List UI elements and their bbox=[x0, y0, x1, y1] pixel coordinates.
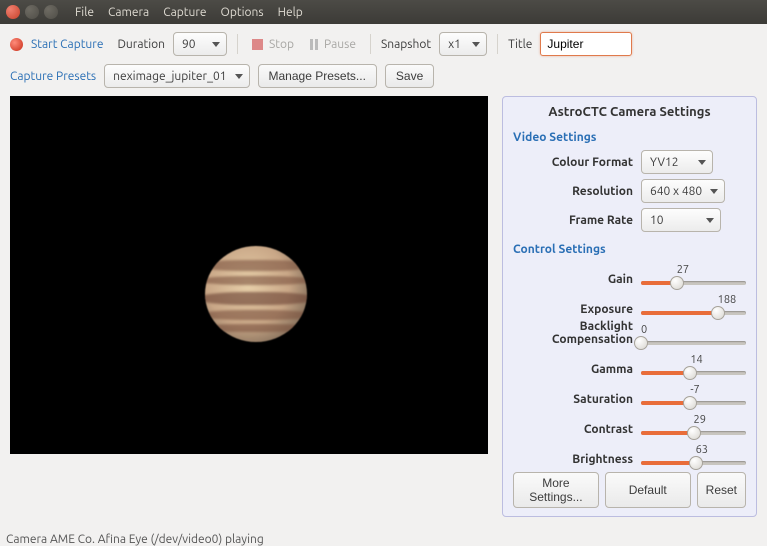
status-bar: Camera AME Co. Afina Eye (/dev/video0) p… bbox=[0, 523, 767, 546]
backlight-slider[interactable] bbox=[641, 336, 746, 350]
slider-thumb[interactable] bbox=[683, 366, 697, 380]
gamma-slider[interactable] bbox=[641, 366, 746, 380]
saturation-label: Saturation bbox=[513, 393, 641, 410]
saturation-slider[interactable] bbox=[641, 396, 746, 410]
capture-presets-label: Capture Presets bbox=[10, 70, 96, 83]
resolution-select[interactable]: 640 x 480 bbox=[641, 179, 725, 203]
snapshot-label: Snapshot bbox=[381, 38, 431, 51]
menu-options[interactable]: Options bbox=[221, 6, 264, 19]
panel-title: AstroCTC Camera Settings bbox=[513, 105, 746, 119]
content-area: AstroCTC Camera Settings Video Settings … bbox=[0, 96, 767, 523]
gain-value: 27 bbox=[677, 264, 746, 276]
pause-icon bbox=[310, 39, 318, 50]
camera-settings-panel: AstroCTC Camera Settings Video Settings … bbox=[502, 96, 757, 517]
duration-label: Duration bbox=[117, 38, 165, 51]
snapshot-select[interactable]: x1 bbox=[439, 32, 487, 56]
slider-thumb[interactable] bbox=[687, 426, 701, 440]
gain-label: Gain bbox=[513, 273, 641, 290]
resolution-label: Resolution bbox=[513, 185, 641, 198]
gamma-value: 14 bbox=[690, 354, 746, 366]
video-settings-header: Video Settings bbox=[513, 131, 746, 144]
start-capture-link[interactable]: Start Capture bbox=[31, 38, 103, 51]
backlight-label: Backlight Compensation bbox=[513, 320, 641, 350]
chevron-down-icon bbox=[212, 42, 220, 47]
title-input[interactable] bbox=[540, 32, 632, 56]
brightness-value: 63 bbox=[696, 444, 746, 456]
chevron-down-icon bbox=[710, 189, 718, 194]
duration-select[interactable]: 90 bbox=[173, 32, 227, 56]
pause-button[interactable]: Pause bbox=[306, 32, 360, 56]
contrast-value: 29 bbox=[694, 414, 747, 426]
stop-button[interactable]: Stop bbox=[248, 32, 298, 56]
toolbar-main: Start Capture Duration 90 Stop Pause Sna… bbox=[0, 24, 767, 64]
menu-camera[interactable]: Camera bbox=[108, 6, 149, 19]
frame-rate-select[interactable]: 10 bbox=[641, 208, 721, 232]
control-settings-header: Control Settings bbox=[513, 243, 746, 256]
slider-thumb[interactable] bbox=[711, 306, 725, 320]
gamma-label: Gamma bbox=[513, 363, 641, 380]
colour-format-select[interactable]: YV12 bbox=[641, 150, 713, 174]
stop-icon bbox=[252, 39, 263, 50]
chevron-down-icon bbox=[235, 74, 243, 79]
toolbar-presets: Capture Presets neximage_jupiter_01 Mana… bbox=[0, 64, 767, 96]
separator bbox=[237, 34, 238, 54]
record-icon bbox=[10, 38, 23, 51]
gain-slider[interactable] bbox=[641, 276, 746, 290]
menu-file[interactable]: File bbox=[75, 6, 94, 19]
menu-capture[interactable]: Capture bbox=[163, 6, 206, 19]
contrast-label: Contrast bbox=[513, 423, 641, 440]
brightness-label: Brightness bbox=[513, 453, 641, 470]
menu-help[interactable]: Help bbox=[278, 6, 303, 19]
exposure-value: 188 bbox=[718, 294, 746, 306]
brightness-slider[interactable] bbox=[641, 456, 746, 470]
separator bbox=[370, 34, 371, 54]
backlight-value: 0 bbox=[641, 324, 746, 336]
window-close-button[interactable] bbox=[6, 5, 20, 19]
menubar: File Camera Capture Options Help bbox=[75, 6, 303, 19]
save-preset-button[interactable]: Save bbox=[385, 64, 434, 88]
default-button[interactable]: Default bbox=[605, 472, 691, 508]
more-settings-button[interactable]: More Settings... bbox=[513, 472, 599, 508]
manage-presets-button[interactable]: Manage Presets... bbox=[258, 64, 377, 88]
reset-button[interactable]: Reset bbox=[697, 472, 746, 508]
preset-select[interactable]: neximage_jupiter_01 bbox=[104, 64, 249, 88]
colour-format-label: Colour Format bbox=[513, 156, 641, 169]
window-maximize-button[interactable] bbox=[44, 5, 58, 19]
contrast-slider[interactable] bbox=[641, 426, 746, 440]
jupiter-image bbox=[205, 246, 307, 342]
window-minimize-button[interactable] bbox=[25, 5, 39, 19]
exposure-slider[interactable] bbox=[641, 306, 746, 320]
video-viewport bbox=[10, 96, 488, 454]
slider-thumb[interactable] bbox=[683, 396, 697, 410]
exposure-label: Exposure bbox=[513, 303, 641, 320]
slider-thumb[interactable] bbox=[689, 456, 703, 470]
frame-rate-label: Frame Rate bbox=[513, 214, 641, 227]
chevron-down-icon bbox=[706, 218, 714, 223]
chevron-down-icon bbox=[472, 42, 480, 47]
slider-thumb[interactable] bbox=[670, 276, 684, 290]
titlebar: File Camera Capture Options Help bbox=[0, 0, 767, 24]
chevron-down-icon bbox=[698, 160, 706, 165]
separator bbox=[497, 34, 498, 54]
saturation-value: -7 bbox=[690, 384, 746, 396]
title-label: Title bbox=[508, 38, 532, 51]
slider-thumb[interactable] bbox=[634, 336, 648, 350]
